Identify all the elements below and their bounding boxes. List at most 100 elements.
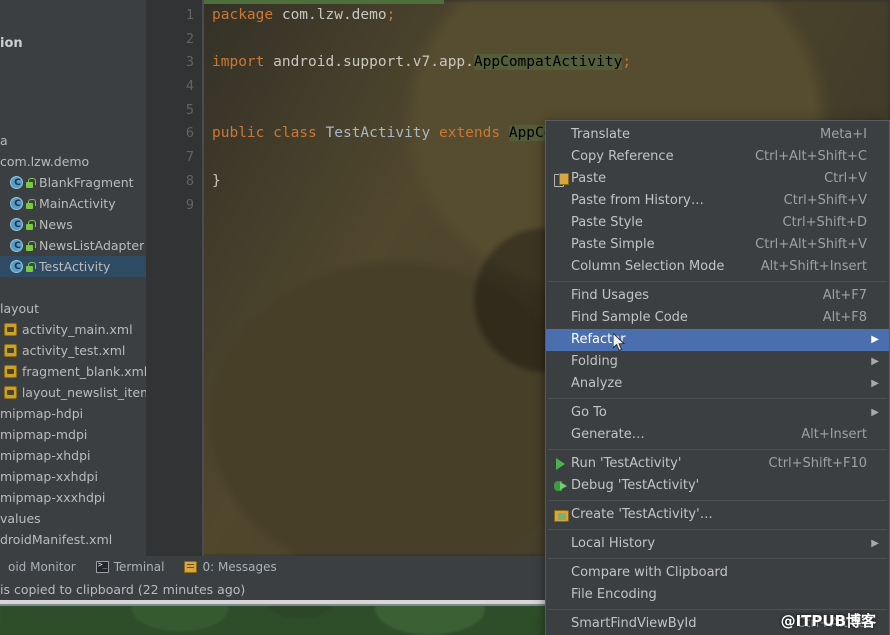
- context-menu-item-shortcut: Ctrl+V: [824, 171, 867, 186]
- code-token: class: [273, 125, 326, 142]
- context-menu-item-shortcut: Alt+F7: [822, 288, 867, 303]
- context-menu-item[interactable]: Find Sample Code Alt+F8: [546, 307, 889, 329]
- context-menu-item[interactable]: Analyze ▶: [546, 373, 889, 395]
- tool-window-button[interactable]: Terminal: [88, 556, 173, 578]
- code-line[interactable]: [212, 28, 890, 52]
- context-menu-item[interactable]: Go To ▶: [546, 402, 889, 424]
- tree-item[interactable]: BlankFragment: [0, 172, 146, 193]
- menu-item-icon-placeholder: [552, 234, 569, 256]
- editor-context-menu[interactable]: Translate Meta+I Copy Reference Ctrl+Alt+Sh…: [545, 120, 890, 635]
- context-menu-item-label: Go To: [571, 405, 607, 420]
- context-menu-item-shortcut: Ctrl+Shift+V: [783, 193, 867, 208]
- context-menu-item[interactable]: Column Selection Mode Alt+Shift+Insert: [546, 256, 889, 278]
- tree-item[interactable]: com.lzw.demo: [0, 151, 146, 172]
- tree-item[interactable]: activity_main.xml: [0, 319, 146, 340]
- tree-item-label: mipmap-xxhdpi: [0, 469, 98, 484]
- context-menu-item[interactable]: Refactor ▶: [546, 329, 889, 351]
- tree-item-label: values: [0, 511, 41, 526]
- tree-item-label: News: [39, 217, 73, 232]
- tree-item[interactable]: mipmap-mdpi: [0, 424, 146, 445]
- tree-item-label: BlankFragment: [39, 175, 134, 190]
- context-menu-item[interactable]: Local History ▶: [546, 533, 889, 555]
- bug-glyph: [554, 480, 567, 492]
- tree-item-label: mipmap-xxxhdpi: [0, 490, 106, 505]
- tree-item[interactable]: mipmap-xxhdpi: [0, 466, 146, 487]
- context-menu-item[interactable]: Folding ▶: [546, 351, 889, 373]
- tool-window-button[interactable]: 0: Messages: [176, 556, 284, 578]
- project-tree[interactable]: a com.lzw.demo BlankFragment MainActivity Ne…: [0, 130, 146, 550]
- context-menu-item-label: Copy Reference: [571, 149, 674, 164]
- context-menu-item[interactable]: Generate… Alt+Insert: [546, 424, 889, 446]
- java-class-icon: [10, 218, 24, 232]
- context-menu-item[interactable]: Compare with Clipboard: [546, 562, 889, 584]
- tool-window-button[interactable]: oid Monitor: [0, 556, 84, 578]
- context-menu-item-shortcut: Ctrl+Shift+F10: [768, 456, 867, 471]
- context-menu-item[interactable]: Paste Ctrl+V: [546, 168, 889, 190]
- create-configuration-icon: [552, 504, 569, 526]
- tree-item-label: mipmap-mdpi: [0, 427, 88, 442]
- tree-item[interactable]: TestActivity: [0, 256, 146, 277]
- tree-item[interactable]: mipmap-hdpi: [0, 403, 146, 424]
- context-menu-item[interactable]: Create 'TestActivity'…: [546, 504, 889, 526]
- tree-item-label: TestActivity: [39, 259, 111, 274]
- tree-item-label: NewsListAdapter: [39, 238, 145, 253]
- tree-item[interactable]: activity_test.xml: [0, 340, 146, 361]
- context-menu-item-label: Run 'TestActivity': [571, 456, 682, 471]
- tree-item-label: droidManifest.xml: [0, 532, 113, 547]
- unlocked-padlock-icon: [25, 219, 36, 231]
- code-line[interactable]: [212, 99, 890, 123]
- code-token: TestActivity: [325, 125, 431, 142]
- context-menu-item[interactable]: Copy Reference Ctrl+Alt+Shift+C: [546, 146, 889, 168]
- menu-separator: [548, 281, 887, 282]
- code-line[interactable]: [212, 75, 890, 99]
- context-menu-item-label: Create 'TestActivity'…: [571, 507, 713, 522]
- java-class-icon: [10, 260, 24, 274]
- context-menu-item-label: Paste Simple: [571, 237, 655, 252]
- tree-item[interactable]: layout_newslist_item: [0, 382, 146, 403]
- code-token: }: [212, 172, 221, 189]
- project-sidebar[interactable]: ion a com.lzw.demo BlankFragment MainActivi…: [0, 0, 146, 556]
- context-menu-item-shortcut: Ctrl+Shift+D: [782, 215, 867, 230]
- tree-item[interactable]: mipmap-xxxhdpi: [0, 487, 146, 508]
- menu-item-icon-placeholder: [552, 212, 569, 234]
- context-menu-item[interactable]: Paste from History… Ctrl+Shift+V: [546, 190, 889, 212]
- code-line[interactable]: import android.support.v7.app.AppCompatA…: [212, 51, 890, 75]
- context-menu-item-label: Find Usages: [571, 288, 650, 303]
- context-menu-item-shortcut: Ctrl+Alt+Shift+V: [755, 237, 867, 252]
- context-menu-item[interactable]: Run 'TestActivity' Ctrl+Shift+F10: [546, 453, 889, 475]
- project-panel-title: ion: [0, 36, 23, 51]
- tree-item[interactable]: NewsListAdapter: [0, 235, 146, 256]
- tree-item[interactable]: values: [0, 508, 146, 529]
- tree-item[interactable]: MainActivity: [0, 193, 146, 214]
- context-menu-item[interactable]: Paste Simple Ctrl+Alt+Shift+V: [546, 234, 889, 256]
- context-menu-item-label: File Encoding: [571, 587, 657, 602]
- tree-item[interactable]: [0, 277, 146, 298]
- unlocked-padlock-icon: [25, 177, 36, 189]
- unlocked-padlock-icon: [25, 198, 36, 210]
- context-menu-item[interactable]: Paste Style Ctrl+Shift+D: [546, 212, 889, 234]
- folder-glyph: [553, 509, 569, 522]
- code-token: ;: [386, 7, 396, 23]
- context-menu-item[interactable]: Find Usages Alt+F7: [546, 285, 889, 307]
- code-line[interactable]: package com.lzw.demo;: [212, 4, 890, 28]
- editor-line-number-gutter: 1 2 3 4 5 6 7 8 9: [146, 0, 204, 556]
- context-menu-item[interactable]: Translate Meta+I: [546, 124, 889, 146]
- tree-item[interactable]: droidManifest.xml: [0, 529, 146, 550]
- unlocked-padlock-icon: [25, 261, 36, 273]
- context-menu-item[interactable]: Debug 'TestActivity': [546, 475, 889, 497]
- menu-item-icon-placeholder: [552, 373, 569, 395]
- run-icon: [552, 453, 569, 475]
- submenu-chevron-right-icon: ▶: [871, 334, 879, 345]
- menu-item-icon-placeholder: [552, 329, 569, 351]
- tree-item[interactable]: mipmap-xhdpi: [0, 445, 146, 466]
- tree-item[interactable]: News: [0, 214, 146, 235]
- context-menu-item-label: Column Selection Mode: [571, 259, 725, 274]
- tree-item[interactable]: layout: [0, 298, 146, 319]
- context-menu-item[interactable]: File Encoding: [546, 584, 889, 606]
- tree-item[interactable]: fragment_blank.xml: [0, 361, 146, 382]
- line-number: 5: [185, 101, 194, 118]
- tree-item[interactable]: a: [0, 130, 146, 151]
- line-number: 6: [185, 125, 194, 142]
- context-menu-item-label: Find Sample Code: [571, 310, 688, 325]
- code-token: android.support.v7.app.: [273, 54, 474, 71]
